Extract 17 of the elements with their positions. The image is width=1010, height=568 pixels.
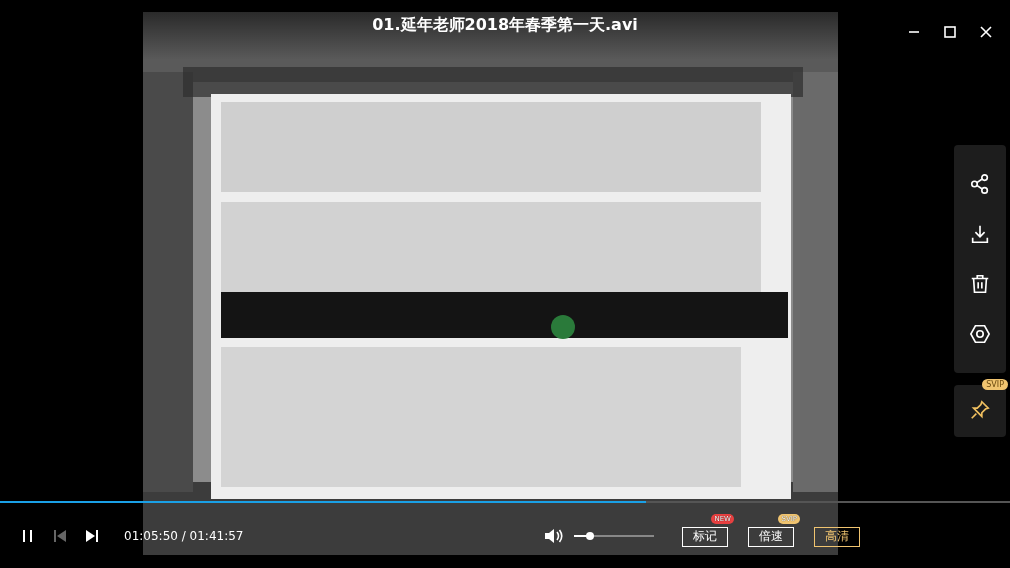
volume-thumb[interactable] [586, 532, 594, 540]
next-icon[interactable] [84, 528, 100, 544]
close-icon[interactable] [980, 26, 992, 38]
player-button[interactable]: 倍速 [748, 526, 794, 547]
player-button[interactable]: 标记 [682, 526, 728, 547]
player-button[interactable]: 高清 [814, 526, 860, 547]
download-icon[interactable] [969, 223, 991, 245]
share-icon[interactable] [969, 173, 991, 195]
window-title: 01.延年老师2018年春季第一天.avi [372, 14, 638, 36]
pin-icon[interactable] [969, 399, 991, 421]
trash-icon[interactable] [969, 273, 991, 295]
maximize-icon[interactable] [944, 26, 956, 38]
svip-badge: SVIP [982, 379, 1008, 390]
volume-icon[interactable] [544, 528, 564, 544]
previous-icon[interactable] [52, 528, 68, 544]
hexagon-icon[interactable] [969, 323, 991, 345]
time-display: 01:05:50 / 01:41:57 [124, 529, 244, 543]
